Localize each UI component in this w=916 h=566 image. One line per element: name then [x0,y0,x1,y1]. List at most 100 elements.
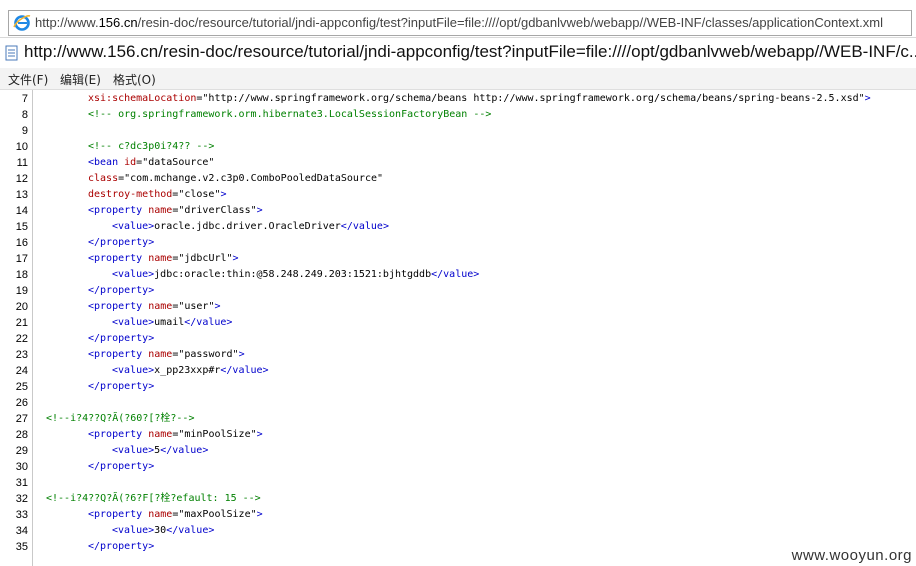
code-text: xsi:schemaLocation="http://www.springfra… [88,91,871,107]
code-token: > [232,253,239,264]
line-number: 14 [15,205,28,217]
code-line: 31 [0,475,916,491]
code-text: </property> [88,379,154,395]
line-number: 26 [15,397,28,409]
code-token: "com.mchange.v2.c3p0.ComboPooledDataSour… [124,173,384,184]
code-token: <property [88,205,149,216]
code-token: <!--i?4??Q?Ã(?60?[?栓?--> [46,413,195,424]
code-token: "driverClass" [178,205,257,216]
code-token: </property> [88,237,155,248]
code-line: 14 <property name="driverClass"> [0,203,916,219]
line-number: 16 [15,237,28,249]
line-number: 34 [15,525,28,537]
code-text: <value>oracle.jdbc.driver.OracleDriver</… [112,219,389,235]
window-title: http://www.156.cn/resin-doc/resource/tut… [24,42,916,61]
code-token: name [148,349,173,360]
code-token: name [148,301,173,312]
code-token: class [88,173,119,184]
code-token: <property [88,349,149,360]
line-number: 23 [15,349,28,361]
line-number: 10 [15,141,28,153]
code-token: name [148,429,173,440]
address-bar: http://www.156.cn/resin-doc/resource/tut… [0,0,916,38]
code-line: 35 </property> [0,539,916,555]
code-line: 21 <value>umail</value> [0,315,916,331]
line-number: 27 [15,413,28,425]
menu-edit[interactable]: 编辑(E) [60,71,101,88]
line-number: 29 [15,445,28,457]
url-input[interactable]: http://www.156.cn/resin-doc/resource/tut… [8,10,912,36]
line-number: 7 [21,93,28,105]
url-text: http://www.156.cn/resin-doc/resource/tut… [35,15,883,30]
code-line: 9 [0,123,916,139]
code-token: <property [88,429,149,440]
code-text: <!--i?4??Q?Ã(?60?[?栓?--> [46,411,194,427]
code-token: > [220,189,227,200]
code-token: <value> [112,445,155,456]
code-token: > [238,349,245,360]
code-token: <bean [88,157,125,168]
code-line: 20 <property name="user"> [0,299,916,315]
code-text: <!-- c?dc3p0i?4?? --> [88,139,214,155]
line-number: 32 [15,493,28,505]
code-token: jdbc:oracle:thin:@58.248.249.203:1521:bj… [154,269,432,280]
code-text: <value>5</value> [112,443,208,459]
line-number: 11 [16,157,28,169]
menu-format[interactable]: 格式(O) [113,71,156,88]
code-text: <bean id="dataSource" [88,155,214,171]
code-line: 10 <!-- c?dc3p0i?4?? --> [0,139,916,155]
code-token: > [256,509,263,520]
code-token: name [148,253,173,264]
menu-file[interactable]: 文件(F) [8,71,48,88]
code-token: name [148,205,173,216]
code-token: </property> [88,461,155,472]
code-line: 11 <bean id="dataSource" [0,155,916,171]
code-token: "password" [178,349,239,360]
code-text: <value>30</value> [112,523,214,539]
line-number: 15 [15,221,28,233]
code-text: </property> [88,235,154,251]
code-token: "jdbcUrl" [178,253,233,264]
code-line: 25 </property> [0,379,916,395]
code-text: <!-- org.springframework.orm.hibernate3.… [88,107,491,123]
line-number: 25 [15,381,28,393]
code-token: </property> [88,381,155,392]
code-token: <!-- org.springframework.orm.hibernate3.… [88,109,492,120]
code-line: 32 <!--i?4??Q?Ã(?6?F[?栓?efault: 15 --> [0,491,916,507]
line-number: 19 [15,285,28,297]
line-number: 13 [15,189,28,201]
code-editor[interactable]: 7 xsi:schemaLocation="http://www.springfr… [0,90,916,566]
code-text: <property name="minPoolSize"> [88,427,263,443]
code-line: 24 <value>x_pp23xxp#r</value> [0,363,916,379]
code-token: <value> [112,269,155,280]
code-token: xsi:schemaLocation [88,93,197,104]
line-number: 8 [21,109,28,121]
line-number: 9 [21,125,28,137]
code-token: </value> [340,221,389,232]
ie-logo-icon [13,15,31,31]
code-token: <value> [112,221,155,232]
code-line: 8 <!-- org.springframework.orm.hibernate3… [0,107,916,123]
code-token: 30 [154,525,167,536]
code-token: "minPoolSize" [178,429,257,440]
menu-bar: 文件(F) 编辑(E) 格式(O) [0,68,916,90]
code-token: </value> [184,317,233,328]
code-text: <property name="password"> [88,347,245,363]
code-text: </property> [88,283,154,299]
code-text: <value>umail</value> [112,315,232,331]
code-text: <value>jdbc:oracle:thin:@58.248.249.203:… [112,267,479,283]
code-token: > [256,205,263,216]
code-line: 13 destroy-method="close"> [0,187,916,203]
line-number: 24 [15,365,28,377]
url-domain: 156.cn [98,15,138,30]
code-line: 26 [0,395,916,411]
code-token: umail [154,317,185,328]
code-text: </property> [88,459,154,475]
code-token: <property [88,301,149,312]
code-token: oracle.jdbc.driver.OracleDriver [154,221,341,232]
line-number: 21 [15,317,28,329]
code-line: 17 <property name="jdbcUrl"> [0,251,916,267]
line-number: 12 [15,173,28,185]
code-token: </property> [88,333,155,344]
line-number: 17 [15,253,28,265]
